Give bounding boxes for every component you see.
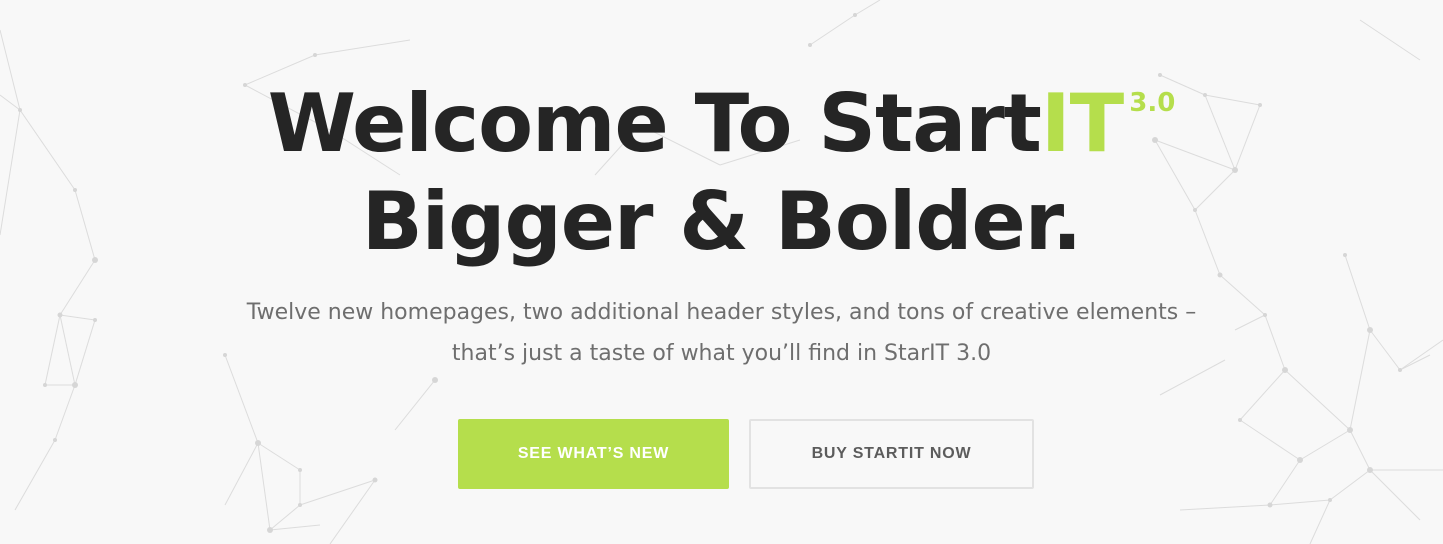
- see-whats-new-button[interactable]: SEE WHAT’S NEW: [458, 419, 729, 489]
- buy-startit-now-button[interactable]: BUY STARTIT NOW: [749, 419, 1034, 489]
- title-accent-it: IT: [1040, 77, 1124, 170]
- hero-title-line-2: Bigger & Bolder.: [361, 175, 1082, 268]
- version-badge: 3.0: [1129, 88, 1176, 118]
- title-prefix: Welcome To Start: [267, 77, 1042, 170]
- hero-content: Welcome To StartIT 3.0 Bigger & Bolder. T…: [0, 0, 1443, 544]
- hero-section: Welcome To StartIT 3.0 Bigger & Bolder. T…: [0, 0, 1443, 544]
- hero-title-line-1: Welcome To StartIT 3.0: [0, 76, 1443, 172]
- hero-subtitle-line-2: that’s just a taste of what you’ll find …: [451, 341, 992, 366]
- hero-subtitle-line-1: Twelve new homepages, two additional hea…: [246, 300, 1197, 325]
